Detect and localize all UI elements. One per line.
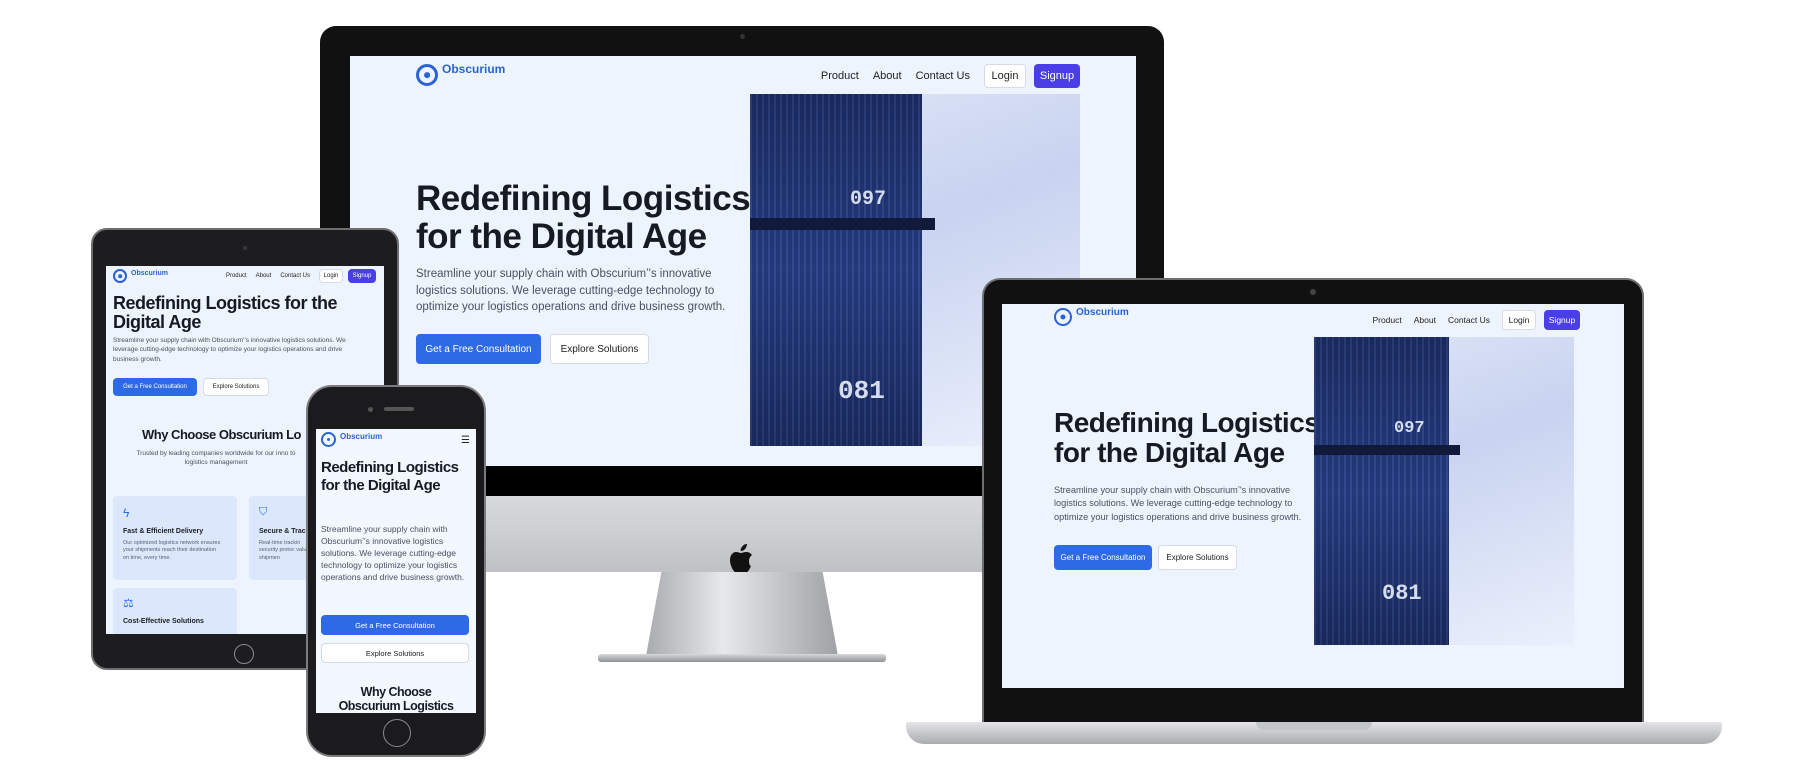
hero-lead: Streamline your supply chain with Obscur… bbox=[113, 337, 346, 363]
tablet-camera bbox=[243, 246, 247, 250]
explore-button[interactable]: Explore Solutions bbox=[550, 334, 649, 364]
top-nav: Product About Contact Us Login Signup bbox=[1372, 310, 1580, 330]
feature-desc: Our optimized logistics network ensures … bbox=[123, 540, 221, 561]
hero-title: Redefining Logistics for the Digital Age bbox=[416, 180, 756, 256]
nav-contact[interactable]: Contact Us bbox=[280, 273, 310, 279]
container-code-bottom: 081 bbox=[1382, 581, 1422, 606]
top-nav: Product About Contact Us Login Signup bbox=[226, 269, 376, 283]
container-seam bbox=[1314, 445, 1460, 455]
hero-title: Redefining Logistics for the Digital Age bbox=[321, 459, 459, 495]
tablet-home-button[interactable] bbox=[234, 644, 254, 664]
shield-icon: ⛉ bbox=[259, 506, 268, 518]
logo-mark-icon bbox=[321, 432, 336, 447]
brand-name: Obscurium bbox=[340, 432, 383, 441]
nav-about[interactable]: About bbox=[873, 70, 902, 82]
signup-button[interactable]: Signup bbox=[348, 269, 376, 283]
container-seam bbox=[750, 218, 935, 230]
hero-title-line2: for the Digital Age bbox=[416, 216, 707, 256]
consultation-button[interactable]: Get a Free Consultation bbox=[416, 334, 541, 364]
consultation-button[interactable]: Get a Free Consultation bbox=[1054, 545, 1152, 570]
phone-device: Obscurium ☰ Redefining Logistics for the… bbox=[306, 385, 486, 757]
feature-title: Secure & Trac bbox=[259, 528, 306, 535]
explore-button[interactable]: Explore Solutions bbox=[321, 643, 469, 663]
nav-contact[interactable]: Contact Us bbox=[1448, 315, 1490, 325]
logo-mark-icon bbox=[113, 269, 127, 283]
scale-icon: ⚖ bbox=[123, 596, 134, 610]
imac-stand bbox=[646, 572, 838, 656]
explore-button[interactable]: Explore Solutions bbox=[1158, 545, 1237, 570]
laptop-device: Obscurium Product About Contact Us Login… bbox=[906, 278, 1722, 754]
brand-name: Obscurium bbox=[1076, 306, 1129, 318]
hero-lead: Streamline your supply chain with Obscur… bbox=[416, 268, 726, 314]
login-button[interactable]: Login bbox=[319, 269, 343, 283]
hero-lead: Streamline your supply chain with Obscur… bbox=[321, 524, 465, 583]
brand-logo[interactable]: Obscurium bbox=[416, 62, 506, 86]
phone-camera bbox=[368, 407, 373, 412]
feature-card-cost: ⚖ Cost-Effective Solutions bbox=[113, 588, 237, 634]
hero-title-line2: for the Digital Age bbox=[1054, 437, 1285, 469]
brand-name: Obscurium bbox=[131, 269, 168, 277]
top-nav: Product About Contact Us Login Signup bbox=[821, 64, 1080, 88]
consultation-button[interactable]: Get a Free Consultation bbox=[321, 615, 469, 635]
feature-title: Cost-Effective Solutions bbox=[123, 618, 204, 625]
feature-title: Fast & Efficient Delivery bbox=[123, 528, 204, 535]
laptop-screen: Obscurium Product About Contact Us Login… bbox=[1002, 304, 1624, 688]
brand-name: Obscurium bbox=[442, 62, 506, 76]
laptop-camera bbox=[1310, 289, 1316, 295]
lightning-icon: ϟ bbox=[123, 506, 130, 520]
brand-logo[interactable]: Obscurium bbox=[1054, 306, 1129, 326]
why-title-line2: Obscurium Logistics bbox=[338, 699, 454, 713]
hero-lead: Streamline your supply chain with Obscur… bbox=[1054, 485, 1302, 522]
logo-mark-icon bbox=[1054, 308, 1072, 326]
nav-product[interactable]: Product bbox=[821, 70, 859, 82]
laptop-notch bbox=[1256, 722, 1372, 730]
container-code-top: 097 bbox=[1394, 419, 1425, 438]
feature-card-delivery: ϟ Fast & Efficient Delivery Our optimize… bbox=[113, 496, 237, 580]
hero-title-line1: Redefining Logistics bbox=[1054, 407, 1320, 438]
container-code-top: 097 bbox=[850, 188, 887, 211]
hero-container-image: 097 081 bbox=[1314, 337, 1574, 645]
hero-title: Redefining Logistics for the Digital Age bbox=[113, 293, 338, 333]
nav-contact[interactable]: Contact Us bbox=[916, 70, 970, 82]
login-button[interactable]: Login bbox=[1502, 310, 1536, 330]
nav-about[interactable]: About bbox=[256, 273, 272, 279]
logo-mark-icon bbox=[416, 64, 438, 86]
nav-product[interactable]: Product bbox=[226, 273, 247, 279]
nav-product[interactable]: Product bbox=[1372, 315, 1401, 325]
signup-button[interactable]: Signup bbox=[1544, 310, 1580, 330]
imac-base bbox=[598, 654, 886, 662]
phone-speaker bbox=[384, 407, 414, 411]
laptop-bezel-bottom bbox=[984, 688, 1642, 722]
container-code-bottom: 081 bbox=[838, 376, 885, 406]
why-title: Why Choose Obscurium Logistics bbox=[316, 685, 476, 713]
imac-camera bbox=[740, 34, 745, 39]
phone-home-button[interactable] bbox=[383, 719, 411, 747]
signup-button[interactable]: Signup bbox=[1034, 64, 1080, 88]
why-title: Why Choose Obscurium Lo bbox=[142, 427, 301, 442]
hamburger-icon[interactable]: ☰ bbox=[461, 435, 470, 446]
explore-button[interactable]: Explore Solutions bbox=[203, 378, 269, 396]
brand-logo[interactable]: Obscurium bbox=[321, 432, 382, 447]
container-stack bbox=[750, 94, 922, 446]
hero-title: Redefining Logistics for the Digital Age bbox=[1054, 407, 1324, 469]
brand-logo[interactable]: Obscurium bbox=[113, 269, 168, 283]
hero-title-line1: Redefining Logistics bbox=[416, 179, 751, 218]
why-subtitle: Trusted by leading companies worldwide f… bbox=[136, 450, 296, 466]
phone-screen: Obscurium ☰ Redefining Logistics for the… bbox=[316, 429, 476, 713]
consultation-button[interactable]: Get a Free Consultation bbox=[113, 378, 197, 396]
why-title-line1: Why Choose bbox=[360, 685, 432, 699]
login-button[interactable]: Login bbox=[984, 64, 1026, 88]
nav-about[interactable]: About bbox=[1414, 315, 1436, 325]
